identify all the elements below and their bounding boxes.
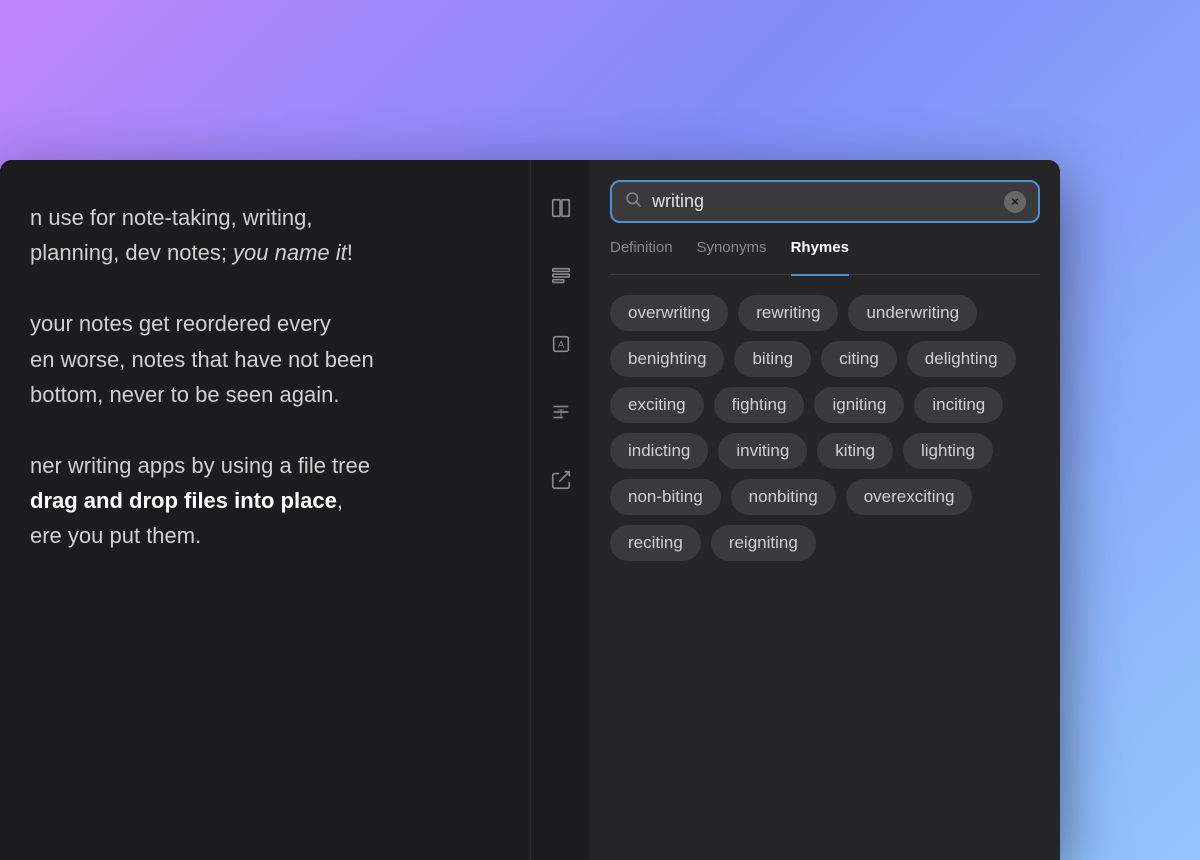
tab-synonyms[interactable]: Synonyms [697,239,767,264]
tab-definition[interactable]: Definition [610,239,673,264]
rhyme-chip[interactable]: reciting [610,525,701,561]
search-input[interactable] [652,191,1004,212]
rhyme-chip[interactable]: nonbiting [731,479,836,515]
share-icon[interactable] [543,462,579,498]
svg-text:A: A [557,340,564,350]
editor-panel: n use for note-taking, writing,planning,… [0,160,590,860]
tab-rhymes[interactable]: Rhymes [791,239,849,276]
rhyme-chip[interactable]: biting [734,341,811,377]
text-format-icon[interactable]: T [543,394,579,430]
rhyme-chip[interactable]: fighting [714,387,805,423]
icon-bar: A T [530,160,590,860]
rhyme-chip[interactable]: inviting [718,433,807,469]
rhyme-chip[interactable]: delighting [907,341,1016,377]
search-bar: × [610,180,1040,223]
editor-section-1: n use for note-taking, writing,planning,… [30,200,570,270]
rhyme-chip[interactable]: inciting [914,387,1003,423]
rhyme-chip[interactable]: kiting [817,433,893,469]
rhyme-chip[interactable]: overwriting [610,295,728,331]
rhyme-chip[interactable]: igniting [814,387,904,423]
app-window: n use for note-taking, writing,planning,… [0,160,1060,860]
editor-section-3: ner writing apps by using a file treedra… [30,448,570,554]
rhymes-grid: overwriting rewriting underwriting benighti… [610,295,1040,571]
rhyme-chip[interactable]: reigniting [711,525,816,561]
rhyme-chip[interactable]: rewriting [738,295,838,331]
svg-text:T: T [557,409,563,420]
rhyme-chip[interactable]: exciting [610,387,704,423]
book-icon[interactable] [543,190,579,226]
font-icon[interactable]: A [543,326,579,362]
clear-search-button[interactable]: × [1004,191,1026,213]
editor-text-2: your notes get reordered everyen worse, … [30,311,374,406]
dictionary-panel: × Definition Synonyms Rhymes overwriting… [590,160,1060,860]
rhyme-chip[interactable]: benighting [610,341,724,377]
rhyme-chip[interactable]: lighting [903,433,993,469]
editor-text-3: ner writing apps by using a file treedra… [30,453,370,548]
search-icon [624,190,642,213]
list-icon[interactable] [543,258,579,294]
rhyme-chip[interactable]: overexciting [846,479,973,515]
rhyme-chip[interactable]: indicting [610,433,708,469]
rhyme-chip[interactable]: non-biting [610,479,721,515]
tab-bar: Definition Synonyms Rhymes [610,239,1040,275]
rhyme-chip[interactable]: citing [821,341,897,377]
editor-text-1a: n use for note-taking, writing,planning,… [30,205,353,265]
rhyme-chip[interactable]: underwriting [848,295,977,331]
editor-section-2: your notes get reordered everyen worse, … [30,306,570,412]
